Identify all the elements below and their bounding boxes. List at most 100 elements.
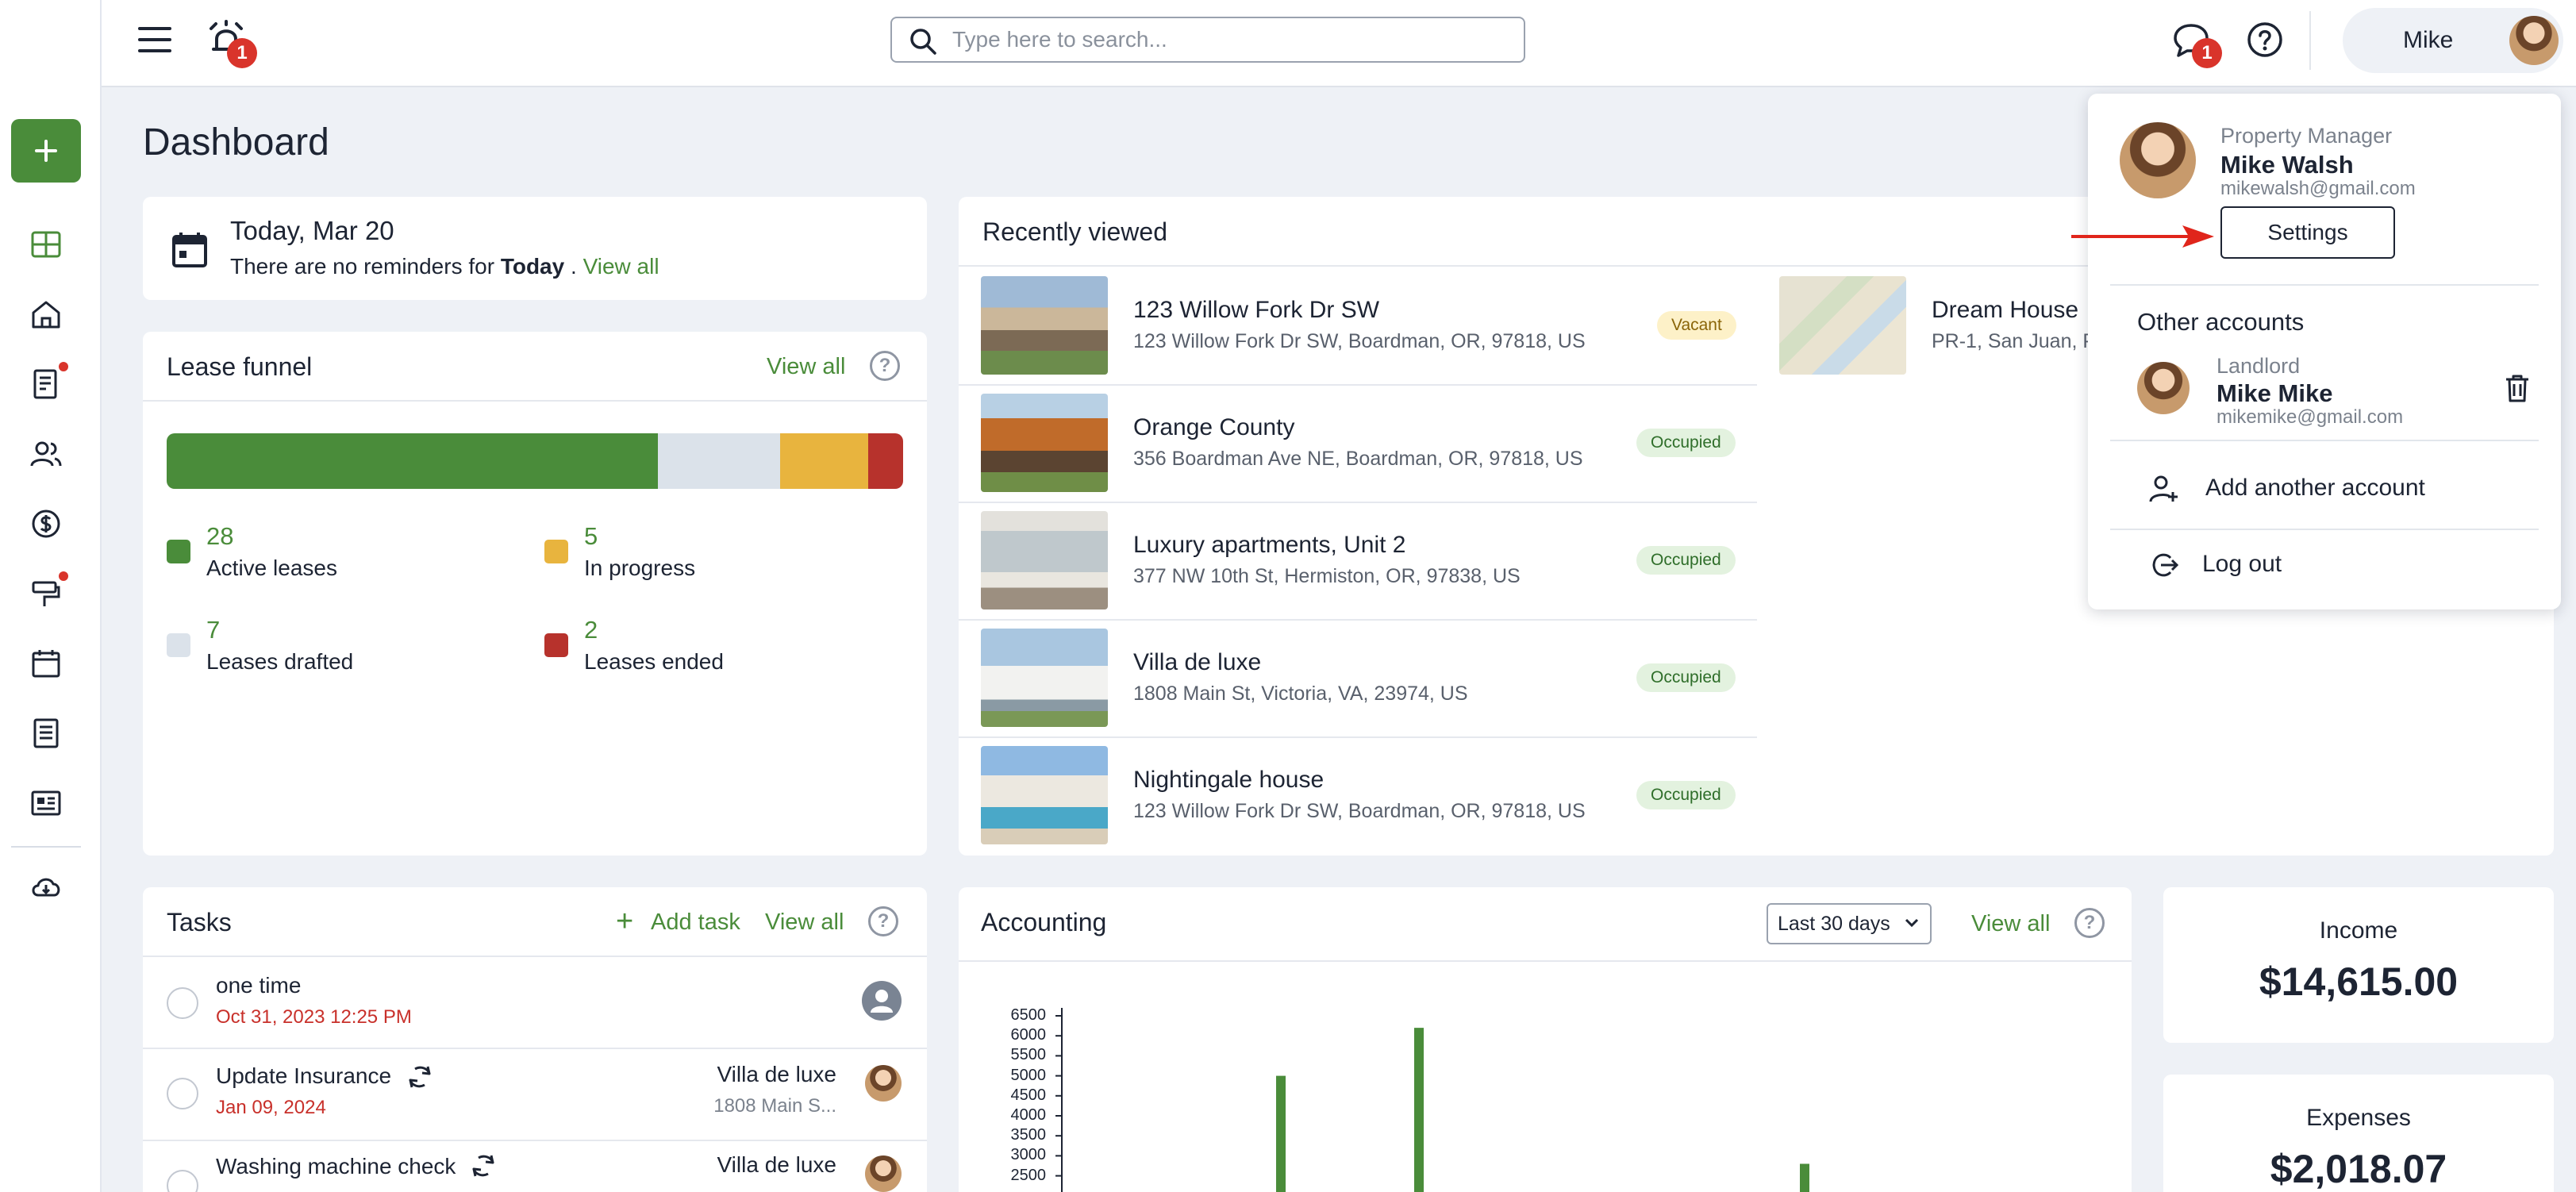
lease-funnel-title: Lease funnel <box>167 352 313 381</box>
add-another-account-item[interactable]: Add another account <box>2110 457 2539 521</box>
leases-drafted-count[interactable]: 7 <box>206 616 220 644</box>
help-icon[interactable] <box>2246 21 2284 59</box>
plus-icon <box>35 140 57 162</box>
property-address: 123 Willow Fork Dr SW, Boardman, OR, 978… <box>1133 330 1586 352</box>
other-account-item[interactable]: Landlord Mike Mike mikemike@gmail.com <box>2110 346 2539 428</box>
income-card[interactable]: Income $14,615.00 <box>2163 887 2554 1043</box>
funnel-segment[interactable] <box>867 433 903 489</box>
recent-property-row[interactable]: Villa de luxe 1808 Main St, Victoria, VA… <box>959 619 1752 736</box>
property-thumbnail <box>981 746 1108 844</box>
property-thumbnail <box>981 394 1108 492</box>
property-thumbnail <box>981 511 1108 609</box>
property-address: 1808 Main St, Victoria, VA, 23974, US <box>1133 683 1468 705</box>
home-icon[interactable] <box>29 297 63 332</box>
task-row[interactable]: Washing machine check Villa de luxe <box>143 1141 927 1192</box>
settings-button[interactable]: Settings <box>2220 206 2395 259</box>
reminders-view-all-link[interactable]: View all <box>583 254 659 279</box>
calendar-icon[interactable] <box>29 646 63 681</box>
user-menu-button[interactable]: Mike <box>2343 8 2563 73</box>
header-divider <box>2309 11 2311 70</box>
notification-dot <box>59 362 68 371</box>
task-date: Oct 31, 2023 12:25 PM <box>216 1006 412 1028</box>
status-badge: Occupied <box>1636 429 1736 457</box>
leases-drafted-swatch <box>167 633 190 657</box>
messages-badge: 1 <box>2192 38 2222 68</box>
current-account-role: Property Manager <box>2220 124 2393 148</box>
other-accounts-title: Other accounts <box>2137 308 2305 336</box>
recurring-icon <box>405 1062 435 1092</box>
reports-icon[interactable] <box>29 786 63 821</box>
chart-bar[interactable] <box>1276 1075 1286 1192</box>
calendar-icon <box>171 230 208 268</box>
recurring-icon <box>468 1151 498 1181</box>
recent-property-row[interactable]: Nightingale house 123 Willow Fork Dr SW,… <box>959 736 1752 854</box>
in-progress-swatch <box>544 540 568 563</box>
leases-icon[interactable] <box>29 367 63 402</box>
lease-funnel-bar <box>167 433 903 489</box>
reminders-card: Today, Mar 20 There are no reminders for… <box>143 197 927 300</box>
chart-bar[interactable] <box>1800 1163 1809 1192</box>
chart-bar[interactable] <box>1414 1028 1424 1192</box>
funnel-segment[interactable] <box>780 433 868 489</box>
cloud-download-icon[interactable] <box>29 870 63 905</box>
tasks-view-all-link[interactable]: View all <box>765 909 844 936</box>
expenses-label: Expenses <box>2306 1105 2411 1131</box>
dashboard-icon[interactable] <box>29 227 63 262</box>
document-icon[interactable] <box>29 716 63 751</box>
task-checkbox[interactable] <box>167 987 198 1019</box>
recent-property-row[interactable]: Luxury apartments, Unit 2 377 NW 10th St… <box>959 502 1752 619</box>
notification-dot <box>59 571 68 581</box>
property-title: Orange County <box>1133 414 1295 440</box>
add-user-icon <box>2148 473 2180 505</box>
active-leases-label: Active leases <box>206 556 337 580</box>
funnel-segment[interactable] <box>657 433 781 489</box>
recent-property-row[interactable]: Orange County 356 Boardman Ave NE, Board… <box>959 384 1752 502</box>
menu-divider <box>2110 529 2539 530</box>
recently-viewed-title: Recently viewed <box>982 217 1167 246</box>
card-divider <box>143 400 927 402</box>
trash-icon[interactable] <box>2504 373 2531 403</box>
property-address: 377 NW 10th St, Hermiston, OR, 97838, US <box>1133 565 1521 587</box>
task-row[interactable]: Update Insurance Jan 09, 2024 Villa de l… <box>143 1049 927 1140</box>
task-row[interactable]: one time Oct 31, 2023 12:25 PM <box>143 957 927 1048</box>
active-leases-count[interactable]: 28 <box>206 522 233 551</box>
task-property: Villa de luxe <box>717 1152 836 1177</box>
people-icon[interactable] <box>29 436 63 471</box>
log-out-item[interactable]: Log out <box>2110 533 2539 597</box>
add-another-account-label: Add another account <box>2205 475 2425 501</box>
search-box[interactable] <box>890 17 1525 63</box>
add-task-label: Add task <box>651 909 740 935</box>
task-checkbox[interactable] <box>167 1170 198 1192</box>
tasks-card: Tasks + Add task View all ? one time Oct… <box>143 887 927 1192</box>
avatar <box>865 1155 902 1192</box>
leases-ended-label: Leases ended <box>584 649 724 674</box>
search-input[interactable] <box>952 25 1508 55</box>
leases-ended-count[interactable]: 2 <box>584 616 598 644</box>
task-checkbox[interactable] <box>167 1078 198 1109</box>
menu-icon[interactable] <box>136 24 173 56</box>
lease-funnel-view-all-link[interactable]: View all <box>767 354 845 380</box>
reminders-date: Today, Mar 20 <box>230 216 394 245</box>
annotation-arrow-icon <box>2071 225 2214 248</box>
task-property-address: 1808 Main S... <box>713 1095 836 1117</box>
account-menu: Property Manager Mike Walsh mikewalsh@gm… <box>2088 94 2561 609</box>
tasks-help-icon[interactable]: ? <box>868 906 898 936</box>
maintenance-icon[interactable] <box>29 576 63 611</box>
funnel-segment[interactable] <box>167 433 658 489</box>
expenses-value: $2,018.07 <box>2270 1147 2447 1191</box>
lease-funnel-help-icon[interactable]: ? <box>870 351 900 381</box>
recent-property-row[interactable]: 123 Willow Fork Dr SW 123 Willow Fork Dr… <box>959 267 1752 384</box>
sidebar <box>0 0 102 1192</box>
in-progress-count[interactable]: 5 <box>584 522 598 551</box>
accounting-card: Accounting Last 30 days View all ? 6500 6… <box>959 887 2132 1192</box>
menu-divider <box>2110 440 2539 441</box>
property-title: Luxury apartments, Unit 2 <box>1133 532 1406 558</box>
dollar-icon[interactable] <box>29 506 63 541</box>
map-thumbnail <box>1779 276 1906 375</box>
create-new-button[interactable] <box>11 119 81 183</box>
current-account-name: Mike Walsh <box>2220 151 2354 179</box>
plus-icon: + <box>616 905 634 938</box>
avatar <box>2137 362 2190 414</box>
property-title: Dream House <box>1932 297 2079 323</box>
expenses-card[interactable]: Expenses $2,018.07 <box>2163 1075 2554 1192</box>
